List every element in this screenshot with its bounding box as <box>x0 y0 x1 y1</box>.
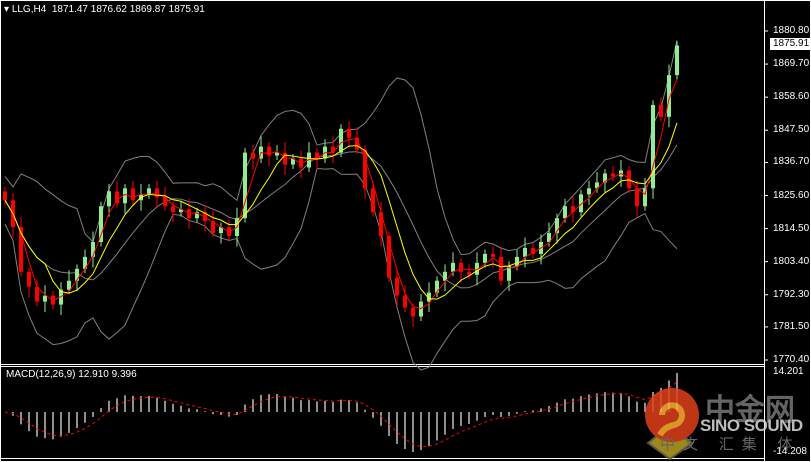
candle-body <box>99 206 103 242</box>
macd-value: 12.910 <box>78 369 109 380</box>
candle-body <box>675 45 679 76</box>
price-tick-label: 1858.60 <box>773 91 810 103</box>
candle-body <box>115 191 119 204</box>
price-tick-label: 1781.50 <box>773 320 810 332</box>
current-price-label: 1875.91 <box>770 38 811 50</box>
candle-body <box>171 206 175 213</box>
price-tick-label: 1803.40 <box>773 255 810 267</box>
candle-body <box>403 295 407 308</box>
ohlc-open: 1871.47 <box>51 4 88 15</box>
macd-signal-value: 9.396 <box>111 369 137 380</box>
candle-body <box>339 128 343 153</box>
macd-panel <box>4 373 678 452</box>
candle-body <box>491 253 495 257</box>
candle-body <box>451 262 455 272</box>
candle-body <box>331 146 335 153</box>
ohlc-high: 1876.62 <box>90 4 127 15</box>
candle-body <box>371 188 375 213</box>
candle-body <box>107 191 111 207</box>
price-tick-label: 1847.50 <box>773 124 810 136</box>
candle-body <box>243 152 247 219</box>
macd-signal-line <box>4 381 678 447</box>
candle-body <box>27 271 31 287</box>
candle-body <box>523 247 527 257</box>
macd-max-label: 14.201 <box>773 366 804 377</box>
logo-sub-text: 中文 汇集 体 <box>660 435 801 453</box>
candle-body <box>611 173 615 177</box>
candle-body <box>67 280 71 290</box>
candle-body <box>395 277 399 296</box>
price-tick-label: 1880.80 <box>773 25 810 36</box>
bollinger-middle <box>4 144 678 289</box>
symbol: LLG,H4 <box>11 4 47 15</box>
price-tick-label: 1770.40 <box>773 354 810 365</box>
ma-fast-line <box>4 78 678 310</box>
candle-body <box>35 286 39 302</box>
candle-body <box>147 188 151 195</box>
chart-header: ▾ LLG,H4 1871.47 1876.62 1869.87 1875.91 <box>4 4 205 15</box>
price-tick-label: 1825.60 <box>773 189 810 201</box>
candle-body <box>499 256 503 281</box>
macd-name: MACD(12,26,9) <box>6 369 76 380</box>
candle-body <box>43 295 47 302</box>
candle-body <box>251 152 255 159</box>
candle-body <box>411 307 415 317</box>
price-tick-label: 1814.50 <box>773 222 810 234</box>
macd-label: MACD(12,26,9) 12.910 9.396 <box>6 369 137 380</box>
candle-body <box>283 152 287 165</box>
candle-body <box>563 206 567 219</box>
candles <box>3 41 679 327</box>
candle-body <box>131 188 135 201</box>
candle-body <box>3 191 7 201</box>
candle-body <box>587 188 591 195</box>
candle-body <box>635 188 639 207</box>
candle-body <box>659 104 663 117</box>
candle-body <box>515 256 519 266</box>
price-tick-label: 1792.30 <box>773 288 810 300</box>
ohlc-low: 1869.87 <box>129 4 166 15</box>
candle-body <box>483 253 487 263</box>
watermark-logo: 中金网 SINO SOUND 中文 汇集 体 <box>640 385 810 460</box>
price-tick-label: 1836.70 <box>773 156 810 168</box>
moving-averages <box>4 78 678 310</box>
candle-body <box>347 128 351 138</box>
candle-body <box>651 104 655 189</box>
candle-body <box>315 152 319 159</box>
ohlc-close: 1875.91 <box>168 4 205 15</box>
candle-body <box>267 146 271 156</box>
candle-body <box>459 262 463 272</box>
price-tick-label: 1869.70 <box>773 58 810 70</box>
bollinger-bands <box>4 40 678 371</box>
